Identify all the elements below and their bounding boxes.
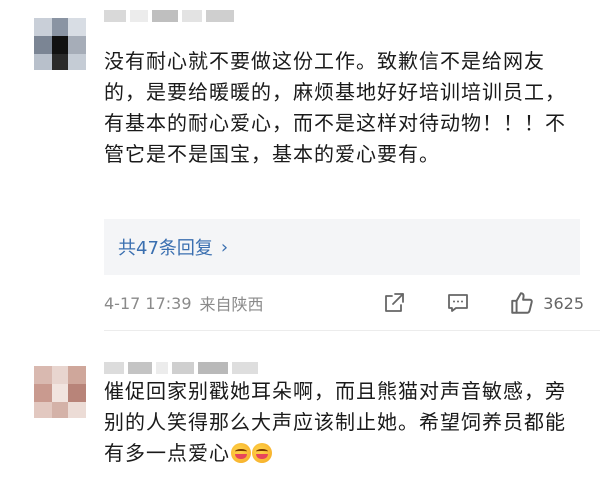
drooling-face-emoji-icon [252, 443, 272, 463]
comment-date: 4-17 17:39 [104, 293, 192, 313]
comment-item: 没有耐心就不要做这份工作。致歉信不是给网友的，是要给暖暖的，麻烦基地好好培训培训… [0, 0, 600, 330]
comment-button[interactable] [445, 290, 471, 316]
chevron-right-icon: › [220, 236, 229, 258]
drooling-face-emoji-icon [231, 443, 251, 463]
comment-item: 催促回家别戳她耳朵啊，而且熊猫对声音敏感，旁别的人笑得那么大声应该制止她。希望饲… [0, 348, 600, 491]
avatar[interactable] [34, 18, 86, 70]
like-button[interactable]: 3625 [509, 290, 584, 316]
comment-icon [448, 294, 469, 312]
avatar[interactable] [34, 366, 86, 418]
comment-meta: 4-17 17:39 来自陕西 3625 [104, 288, 584, 318]
comment-actions: 3625 [343, 290, 584, 316]
like-icon [511, 292, 534, 314]
comment-text: 催促回家别戳她耳朵啊，而且熊猫对声音敏感，旁别的人笑得那么大声应该制止她。希望饲… [104, 376, 584, 469]
comment-location: 来自陕西 [199, 295, 264, 314]
view-replies-button[interactable]: 共47条回复 › [104, 219, 580, 275]
divider [104, 330, 600, 331]
share-button[interactable] [381, 290, 407, 316]
share-icon [385, 293, 405, 312]
comment-text-body: 催促回家别戳她耳朵啊，而且熊猫对声音敏感，旁别的人笑得那么大声应该制止她。希望饲… [104, 379, 566, 465]
comment-text: 没有耐心就不要做这份工作。致歉信不是给网友的，是要给暖暖的，麻烦基地好好培训培训… [104, 49, 566, 166]
username-redacted[interactable] [104, 362, 258, 374]
like-count: 3625 [543, 293, 584, 313]
replies-label: 共47条回复 [118, 238, 213, 259]
username-redacted[interactable] [104, 10, 234, 22]
